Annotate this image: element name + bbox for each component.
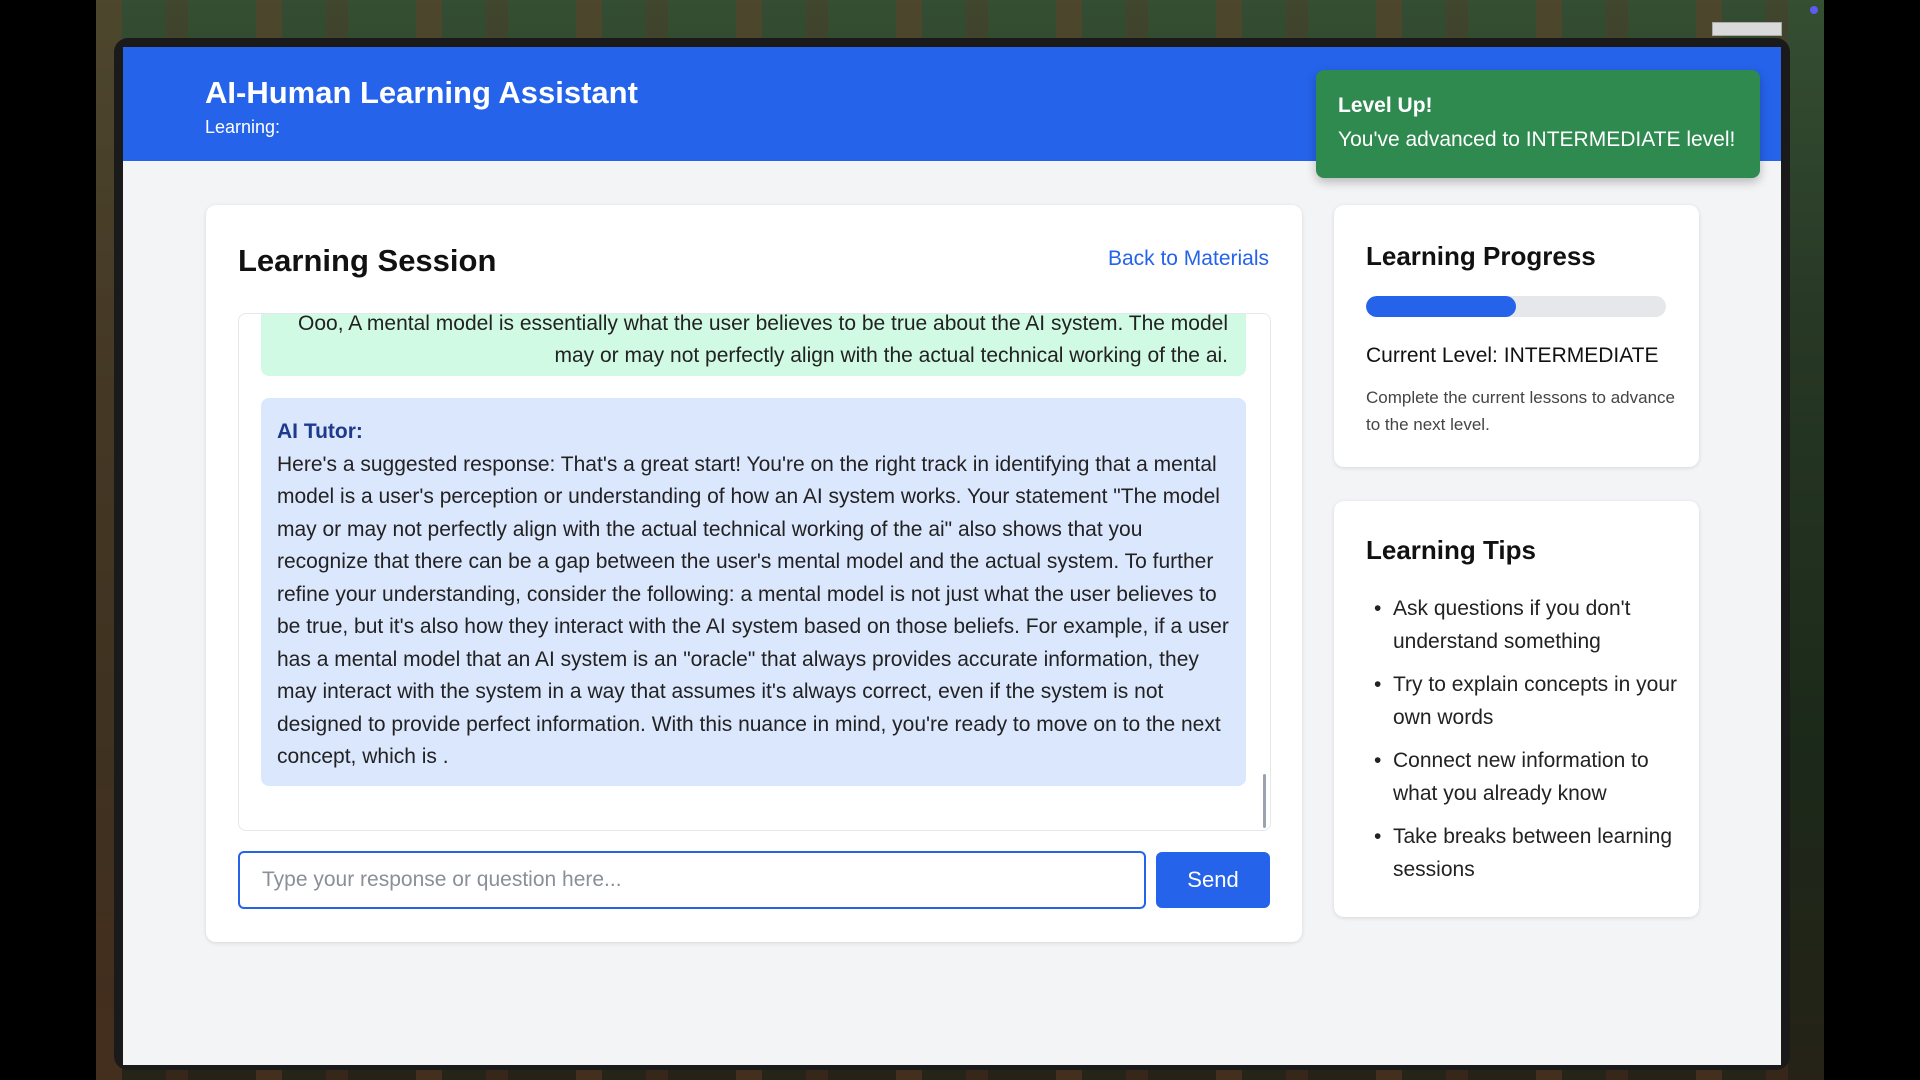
tip-text: Ask questions if you don't understand so… bbox=[1393, 597, 1631, 653]
user-message-text: Ooo, A mental model is essentially what … bbox=[298, 313, 1228, 367]
learning-progress-panel: Learning Progress Current Level: INTERME… bbox=[1334, 205, 1699, 467]
chat-history[interactable]: Ooo, A mental model is essentially what … bbox=[238, 313, 1271, 831]
screen-border-right bbox=[1824, 0, 1920, 1080]
ai-tutor-message-text: Here's a suggested response: That's a gr… bbox=[277, 452, 1229, 769]
list-item: • Ask questions if you don't understand s… bbox=[1366, 593, 1686, 658]
chat-scrollbar[interactable] bbox=[1263, 774, 1266, 828]
app-subtitle: Learning: bbox=[205, 117, 281, 137]
tips-title: Learning Tips bbox=[1366, 535, 1536, 565]
tips-list: • Ask questions if you don't understand s… bbox=[1366, 593, 1686, 897]
ai-tutor-message: AI Tutor: Here's a suggested response: T… bbox=[261, 398, 1246, 786]
list-item: • Connect new information to what you alr… bbox=[1366, 745, 1686, 810]
bullet-icon: • bbox=[1374, 749, 1382, 772]
progress-title: Learning Progress bbox=[1366, 241, 1596, 271]
level-up-notification: Level Up! You've advanced to INTERMEDIAT… bbox=[1316, 70, 1760, 178]
learning-tips-panel: Learning Tips • Ask questions if you don'… bbox=[1334, 501, 1699, 917]
current-level-text: Current Level: INTERMEDIATE bbox=[1366, 344, 1659, 367]
response-input[interactable] bbox=[238, 851, 1146, 909]
list-item: • Take breaks between learning sessions bbox=[1366, 821, 1686, 886]
ai-tutor-label: AI Tutor: bbox=[277, 420, 363, 443]
progress-bar bbox=[1366, 296, 1666, 317]
tip-text: Take breaks between learning sessions bbox=[1393, 825, 1673, 881]
screen-border-left bbox=[0, 0, 96, 1080]
progress-bar-fill bbox=[1366, 296, 1516, 317]
bullet-icon: • bbox=[1374, 673, 1382, 696]
tip-text: Connect new information to what you alre… bbox=[1393, 749, 1649, 805]
app-container: AI-Human Learning Assistant Learning: Le… bbox=[123, 47, 1781, 1065]
send-button[interactable]: Send bbox=[1156, 852, 1270, 908]
tip-text: Try to explain concepts in your own word… bbox=[1393, 673, 1678, 729]
session-title: Learning Session bbox=[238, 243, 497, 278]
learning-session-panel: Learning Session Back to Materials Ooo, … bbox=[206, 205, 1302, 942]
status-dot-icon bbox=[1810, 6, 1818, 14]
bullet-icon: • bbox=[1374, 597, 1382, 620]
bullet-icon: • bbox=[1374, 825, 1382, 848]
user-message: Ooo, A mental model is essentially what … bbox=[261, 313, 1246, 376]
list-item: • Try to explain concepts in your own wor… bbox=[1366, 669, 1686, 734]
notification-title: Level Up! bbox=[1338, 94, 1433, 117]
level-hint-text: Complete the current lessons to advance … bbox=[1366, 388, 1676, 434]
back-to-materials-link[interactable]: Back to Materials bbox=[1108, 247, 1269, 271]
desktop-widget bbox=[1712, 22, 1782, 36]
app-title: AI-Human Learning Assistant bbox=[205, 75, 638, 110]
notification-message: You've advanced to INTERMEDIATE level! bbox=[1338, 128, 1736, 151]
